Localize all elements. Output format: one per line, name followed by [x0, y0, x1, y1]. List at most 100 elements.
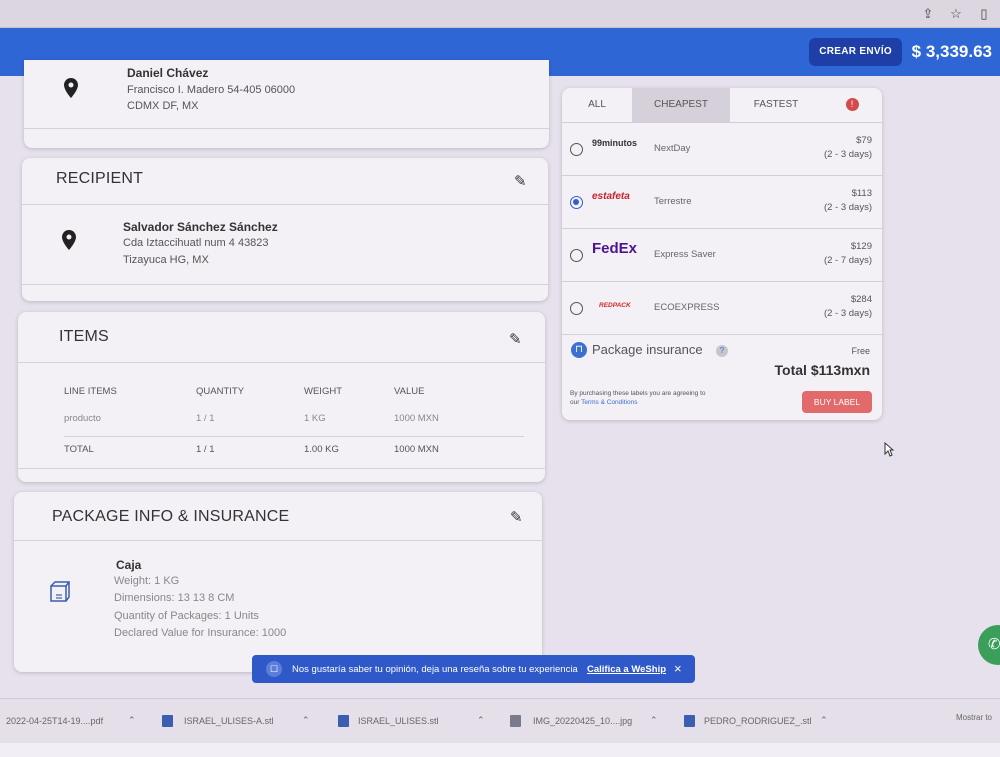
taskbar-strip	[0, 743, 1000, 757]
mouse-cursor-icon	[884, 442, 894, 457]
package-quantity: Quantity of Packages: 1 Units	[114, 610, 259, 622]
carrier-logo-redpack: REDPACK	[599, 302, 631, 309]
divider	[24, 128, 549, 129]
share-icon[interactable]: ⇪	[920, 6, 936, 22]
recipient-address-line2: Tizayuca HG, MX	[123, 254, 209, 266]
table-cell: 1 / 1	[196, 413, 215, 425]
tab-all[interactable]: ALL	[562, 88, 632, 122]
sender-address-line1: Francisco I. Madero 54-405 06000	[127, 84, 296, 96]
chevron-up-icon[interactable]: ⌃	[477, 715, 485, 726]
sidebar-icon[interactable]: ▯	[976, 6, 992, 22]
package-declared-value: Declared Value for Insurance: 1000	[114, 627, 287, 639]
table-cell: 1.00 KG	[304, 443, 339, 455]
carrier-option-redpack[interactable]: REDPACK ECOEXPRESS $284 (2 - 3 days)	[562, 281, 882, 334]
browser-icons: ⇪ ☆ ▯	[920, 6, 992, 22]
edit-icon[interactable]: ✎	[509, 330, 522, 348]
carrier-price: $284	[850, 294, 872, 305]
carrier-service: Terrestre	[654, 196, 692, 207]
recipient-card: RECIPIENT ✎ Salvador Sánchez Sánchez Cda…	[22, 158, 548, 301]
package-dimensions: Dimensions: 13 13 8 CM	[114, 592, 235, 604]
table-row: producto 1 / 1 1 KG 1000 MXN	[64, 402, 524, 436]
file-icon	[338, 715, 349, 727]
recipient-address-line1: Cda Iztaccihuatl num 4 43823	[123, 237, 269, 249]
carrier-option-fedex[interactable]: FedEx Express Saver $129 (2 - 7 days)	[562, 228, 882, 281]
carrier-radio-selected[interactable]	[570, 196, 583, 209]
package-card: PACKAGE INFO & INSURANCE ✎ Caja Weight: …	[14, 492, 542, 672]
carrier-radio[interactable]	[570, 249, 583, 262]
table-cell: 1 KG	[304, 413, 326, 425]
table-cell: 1000 MXN	[394, 443, 439, 455]
location-pin-icon	[62, 230, 76, 250]
package-weight: Weight: 1 KG	[114, 575, 180, 587]
sender-name: Daniel Chávez	[127, 66, 209, 80]
recipient-name: Salvador Sánchez Sánchez	[123, 220, 278, 234]
divider	[18, 468, 545, 469]
carrier-radio[interactable]	[570, 302, 583, 315]
downloads-bar: 2022-04-25T14-19....pdf ⌃ ISRAEL_ULISES-…	[0, 698, 1000, 743]
account-balance: $ 3,339.63	[911, 42, 992, 61]
terms-text: By purchasing these labels you are agree…	[570, 389, 710, 407]
close-icon[interactable]: ×	[674, 661, 682, 676]
chevron-up-icon[interactable]: ⌃	[820, 715, 828, 726]
package-type: Caja	[116, 558, 142, 572]
create-shipment-button[interactable]: CREAR ENVÍO	[809, 38, 902, 66]
items-table: LINE ITEMS QUANTITY WEIGHT VALUE product…	[64, 380, 524, 462]
divider	[562, 334, 882, 335]
image-file-icon	[510, 715, 521, 727]
sender-address-line2: CDMX DF, MX	[127, 100, 199, 112]
carrier-days: (2 - 3 days)	[823, 202, 872, 213]
total-price: Total $113mxn	[774, 362, 870, 378]
carrier-price: $79	[856, 135, 872, 146]
carrier-option-estafeta[interactable]: estafeta Terrestre $113 (2 - 3 days)	[562, 175, 882, 228]
carrier-logo-fedex: FedEx	[592, 240, 638, 257]
download-item[interactable]: 2022-04-25T14-19....pdf	[6, 716, 103, 726]
carrier-price: $129	[850, 241, 872, 252]
file-icon	[162, 715, 173, 727]
carrier-service: NextDay	[654, 143, 691, 154]
download-item[interactable]: ISRAEL_ULISES.stl	[358, 716, 439, 726]
carrier-logo-estafeta: estafeta	[592, 191, 630, 202]
toast-message: Nos gustaría saber tu opinión, deja una …	[292, 664, 578, 675]
column-header: VALUE	[394, 385, 425, 397]
show-all-downloads-link[interactable]: Mostrar to	[956, 713, 992, 722]
divider	[18, 362, 545, 363]
toast-link[interactable]: Califica a WeShip	[587, 664, 666, 675]
file-icon	[684, 715, 695, 727]
download-item[interactable]: IMG_20220425_10....jpg	[533, 716, 632, 726]
carrier-radio[interactable]	[570, 143, 583, 156]
help-icon[interactable]: ?	[716, 345, 728, 357]
table-total-row: TOTAL 1 / 1 1.00 KG 1000 MXN	[64, 436, 524, 462]
edit-icon[interactable]: ✎	[514, 172, 527, 190]
chevron-up-icon[interactable]: ⌃	[302, 715, 310, 726]
items-title: ITEMS	[59, 328, 109, 345]
tab-cheapest[interactable]: CHEAPEST	[632, 88, 730, 122]
divider	[22, 204, 548, 205]
download-item[interactable]: ISRAEL_ULISES-A.stl	[184, 716, 274, 726]
chevron-up-icon[interactable]: ⌃	[650, 715, 658, 726]
items-card: ITEMS ✎ LINE ITEMS QUANTITY WEIGHT VALUE…	[18, 312, 545, 482]
terms-link[interactable]: Terms & Conditions	[581, 399, 637, 406]
tab-fastest[interactable]: FASTEST	[730, 88, 822, 122]
alert-icon[interactable]: !	[822, 88, 882, 122]
star-icon[interactable]: ☆	[948, 6, 964, 22]
carrier-days: (2 - 3 days)	[823, 308, 872, 319]
edit-icon[interactable]: ✎	[510, 508, 523, 526]
buy-label-button[interactable]: BUY LABEL	[802, 391, 872, 413]
carrier-logo-99minutos: 99minutos	[592, 138, 638, 148]
location-pin-icon	[64, 78, 78, 98]
carrier-price: $113	[851, 188, 872, 199]
table-cell: 1 / 1	[196, 443, 215, 455]
browser-toolbar: ⇪ ☆ ▯	[0, 0, 1000, 28]
box-icon	[50, 581, 70, 602]
table-cell: 1000 MXN	[394, 413, 439, 425]
whatsapp-icon[interactable]: ✆	[978, 625, 1000, 665]
carrier-days: (2 - 7 days)	[823, 255, 872, 266]
table-cell: TOTAL	[64, 443, 94, 455]
chevron-up-icon[interactable]: ⌃	[128, 715, 136, 726]
download-item[interactable]: PEDRO_RODRIGUEZ_.stl	[704, 716, 812, 726]
feedback-icon: ☐	[266, 661, 282, 677]
carrier-option-99minutos[interactable]: 99minutos NextDay $79 (2 - 3 days)	[562, 122, 882, 175]
feedback-toast: ☐ Nos gustaría saber tu opinión, deja un…	[252, 655, 695, 683]
divider	[22, 284, 548, 285]
carrier-service: ECOEXPRESS	[654, 302, 720, 313]
